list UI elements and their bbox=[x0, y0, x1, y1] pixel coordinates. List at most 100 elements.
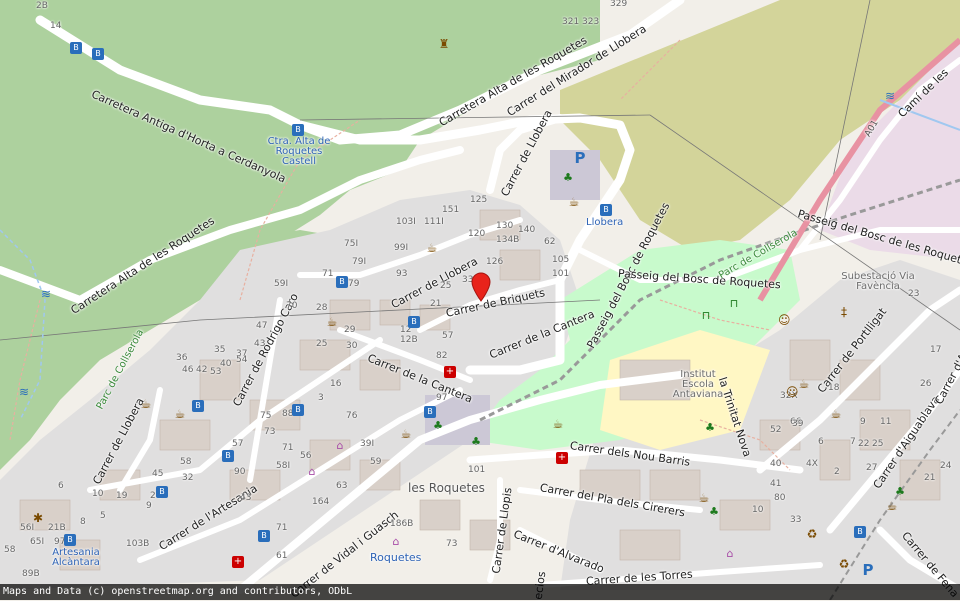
bus-stop-icon[interactable]: B bbox=[336, 276, 348, 288]
location-marker-icon[interactable] bbox=[470, 272, 492, 302]
fountain-icon: ≋ bbox=[18, 385, 30, 399]
playground-icon: ♣ bbox=[563, 171, 573, 184]
house-number: 82 bbox=[436, 351, 448, 361]
house-number: 10 bbox=[92, 489, 104, 499]
picnic-icon: ⊓ bbox=[729, 297, 739, 310]
house-number: 164 bbox=[312, 497, 330, 507]
fountain-icon: ≋ bbox=[40, 287, 52, 301]
house-number: 321 bbox=[562, 17, 580, 27]
bus-stop-icon[interactable]: B bbox=[156, 486, 168, 498]
house-number: 19 bbox=[116, 491, 128, 501]
house-number: 56 bbox=[300, 451, 312, 461]
theatre-icon[interactable]: ☺ bbox=[786, 386, 799, 398]
bus-stop-icon[interactable]: B bbox=[408, 316, 420, 328]
bus-stop-icon[interactable]: B bbox=[70, 42, 82, 54]
house-number: 41 bbox=[770, 479, 782, 489]
house-number: 73 bbox=[446, 539, 458, 549]
house-number: 75 bbox=[260, 411, 272, 421]
house-number: 16 bbox=[330, 379, 342, 389]
house-number: 70 bbox=[286, 301, 298, 311]
bus-stop-icon[interactable]: B bbox=[64, 534, 76, 546]
house-number: 105 bbox=[552, 255, 570, 265]
house-number: 8 bbox=[80, 517, 86, 527]
house-number: 329 bbox=[610, 0, 628, 9]
house-number: 99I bbox=[394, 243, 409, 253]
house-number: 103B bbox=[126, 539, 150, 549]
house-number: 58 bbox=[4, 545, 16, 555]
house-number: 23 bbox=[908, 289, 920, 299]
house-number: 76 bbox=[346, 411, 358, 421]
house-number: 33 bbox=[790, 515, 802, 525]
tower-icon: ‡ bbox=[841, 305, 847, 319]
shop-icon[interactable]: ⌂ bbox=[390, 536, 402, 548]
picnic-icon: ⊓ bbox=[701, 309, 711, 322]
parking-icon[interactable]: P bbox=[862, 563, 874, 578]
fountain-icon: ≋ bbox=[884, 89, 896, 103]
house-number: 57 bbox=[442, 331, 454, 341]
house-number: 53 bbox=[210, 367, 222, 377]
bus-stop-icon[interactable]: B bbox=[292, 124, 304, 136]
house-number: 323 bbox=[582, 17, 600, 27]
bus-stop-icon[interactable]: B bbox=[92, 48, 104, 60]
cafe-icon[interactable]: ☕ bbox=[552, 418, 564, 430]
house-number: 134B bbox=[496, 235, 520, 245]
theatre-icon[interactable]: ☺ bbox=[778, 314, 791, 326]
cafe-icon[interactable]: ☕ bbox=[426, 242, 438, 254]
bus-stop-icon[interactable]: B bbox=[600, 204, 612, 216]
bus-stop-icon[interactable]: B bbox=[258, 530, 270, 542]
house-number: 90 bbox=[234, 467, 246, 477]
house-number: 130 bbox=[496, 221, 514, 231]
bus-stop-icon[interactable]: B bbox=[222, 450, 234, 462]
cafe-icon[interactable]: ☕ bbox=[400, 428, 412, 440]
playground-icon: ♣ bbox=[705, 421, 715, 434]
castle-icon[interactable]: ♜ bbox=[438, 38, 450, 50]
cafe-icon[interactable]: ☕ bbox=[140, 398, 152, 410]
pharmacy-icon[interactable]: + bbox=[444, 366, 456, 378]
cafe-icon[interactable]: ☕ bbox=[174, 408, 186, 420]
house-number: 4X bbox=[806, 459, 818, 469]
house-number: 89B bbox=[22, 569, 40, 579]
cafe-icon[interactable]: ☕ bbox=[830, 408, 842, 420]
house-number: 65I bbox=[30, 537, 45, 547]
house-number: 125 bbox=[470, 195, 488, 205]
cafe-icon[interactable]: ☕ bbox=[698, 492, 710, 504]
map-attribution: Maps and Data (c) openstreetmap.org and … bbox=[0, 584, 960, 600]
house-number: 18 bbox=[828, 383, 840, 393]
bus-stop-icon[interactable]: B bbox=[424, 406, 436, 418]
house-number: 56I bbox=[20, 523, 35, 533]
bus-stop-icon[interactable]: B bbox=[854, 526, 866, 538]
bus-stop-icon[interactable]: B bbox=[292, 404, 304, 416]
house-number: 101 bbox=[552, 269, 570, 279]
house-number: 22 bbox=[858, 439, 870, 449]
pharmacy-icon[interactable]: + bbox=[556, 452, 568, 464]
house-number: 126 bbox=[486, 257, 504, 267]
shop-icon[interactable]: ⌂ bbox=[334, 440, 346, 452]
recycling-icon: ♻ bbox=[806, 527, 818, 541]
bus-stop-icon[interactable]: B bbox=[192, 400, 204, 412]
house-number: 80 bbox=[774, 493, 786, 503]
house-number: 63 bbox=[336, 481, 348, 491]
house-number: 28 bbox=[316, 303, 328, 313]
house-number: 43 bbox=[240, 493, 252, 503]
pharmacy-icon[interactable]: + bbox=[232, 556, 244, 568]
playground-icon: ♣ bbox=[709, 505, 719, 518]
cafe-icon[interactable]: ☕ bbox=[886, 500, 898, 512]
house-number: 6 bbox=[818, 437, 824, 447]
house-number: 21B bbox=[48, 523, 66, 533]
parking-icon[interactable]: P bbox=[574, 151, 586, 166]
house-number: 25 bbox=[872, 439, 884, 449]
cafe-icon[interactable]: ☕ bbox=[326, 316, 338, 328]
house-number: 42 bbox=[196, 365, 208, 375]
house-number: 39 bbox=[792, 419, 804, 429]
cafe-icon[interactable]: ☕ bbox=[568, 196, 580, 208]
house-number: 58 bbox=[180, 457, 192, 467]
house-number: 2B bbox=[36, 1, 48, 11]
house-number: 39I bbox=[360, 439, 375, 449]
cafe-icon[interactable]: ☕ bbox=[798, 378, 810, 390]
house-number: 11 bbox=[880, 417, 892, 427]
house-number: 45 bbox=[152, 469, 164, 479]
house-number: 111I bbox=[424, 217, 444, 227]
house-number: 17 bbox=[930, 345, 942, 355]
shop-icon[interactable]: ⌂ bbox=[724, 548, 736, 560]
shop-icon[interactable]: ⌂ bbox=[306, 466, 318, 478]
